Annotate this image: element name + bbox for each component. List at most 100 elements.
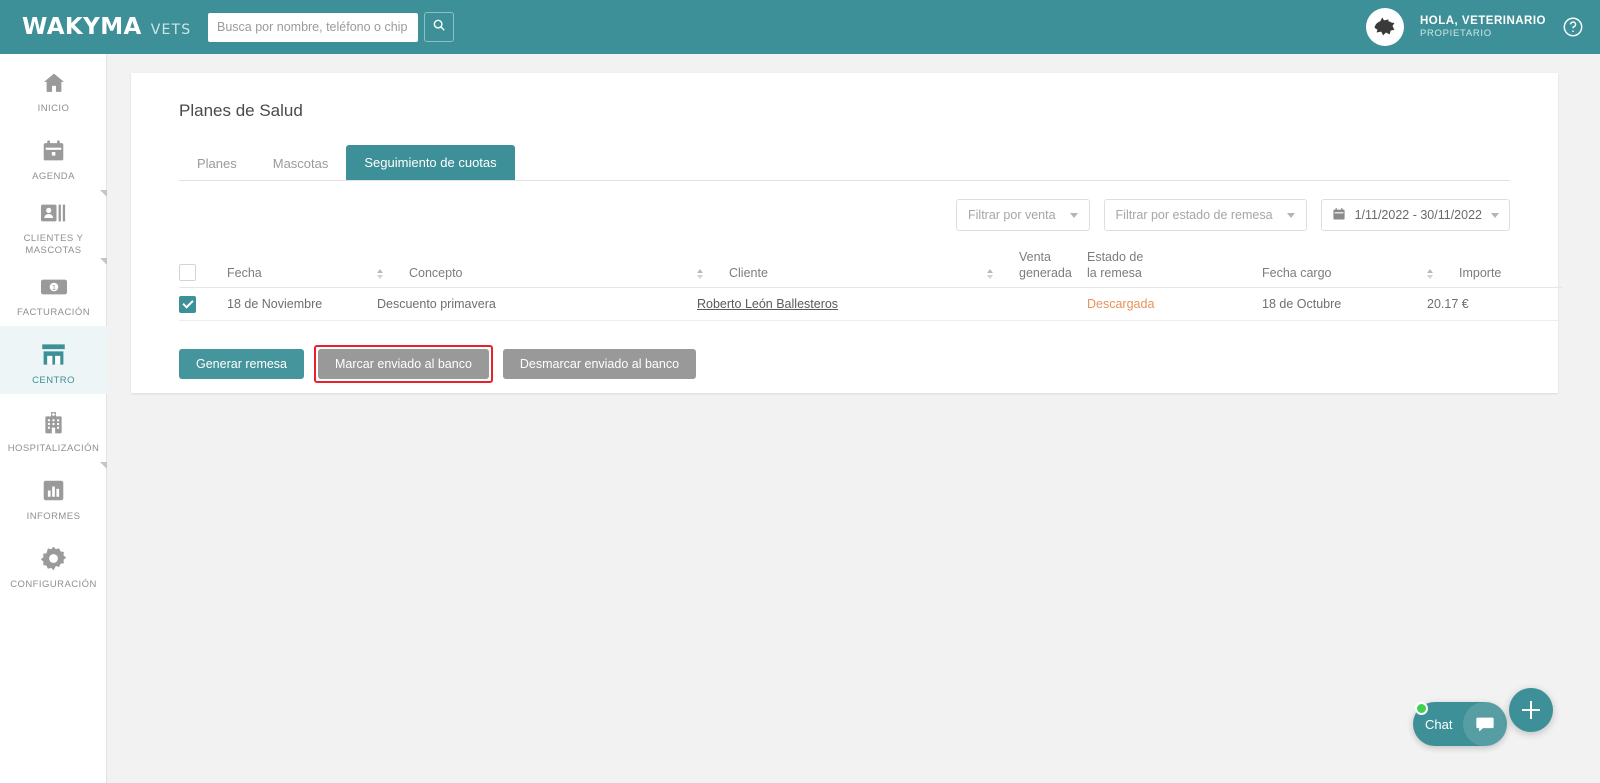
gear-icon [40, 545, 67, 572]
hospital-icon [41, 409, 66, 436]
chat-widget-button[interactable]: Chat [1413, 702, 1507, 746]
svg-text:1: 1 [51, 284, 55, 292]
chat-label: Chat [1425, 716, 1453, 732]
online-status-dot [1415, 702, 1428, 715]
sort-icon[interactable] [987, 269, 993, 279]
select-all-cell [179, 264, 227, 281]
column-label-line2: la remesa [1087, 265, 1142, 280]
table-header-row: Fecha Concepto Cliente Venta generada Es… [179, 246, 1562, 288]
marcar-enviado-al-banco-button[interactable]: Marcar enviado al banco [318, 349, 489, 379]
avatar[interactable] [1365, 8, 1404, 46]
sidebar-marker [100, 190, 107, 197]
filter-bar: Filtrar por venta Filtrar por estado de … [956, 199, 1510, 231]
sidebar-item-hospitalizacion[interactable]: HOSPITALIZACIÓN [0, 394, 107, 462]
column-header-estado-remesa[interactable]: Estado de la remesa [1087, 249, 1262, 282]
sidebar-item-label: CONFIGURACIÓN [10, 579, 97, 591]
column-label: Importe [1459, 265, 1502, 280]
sidebar-item-agenda[interactable]: AGENDA [0, 122, 107, 190]
sidebar-item-configuracion[interactable]: CONFIGURACIÓN [0, 530, 107, 598]
table-row[interactable]: 18 de Noviembre Descuento primavera Robe… [179, 288, 1562, 321]
logo-wakyma-text: WAKYMA [22, 14, 142, 40]
cell-importe: 20.17 € [1427, 297, 1469, 311]
bar-chart-icon [41, 477, 66, 504]
column-header-venta-generada[interactable]: Venta generada [987, 249, 1087, 282]
row-select-cell [179, 295, 227, 313]
sidebar-item-informes[interactable]: INFORMES [0, 462, 107, 530]
search-button[interactable] [424, 12, 454, 42]
user-info[interactable]: HOLA, VETERINARIO PROPIETARIO [1420, 14, 1546, 40]
help-circle-icon[interactable] [1562, 16, 1584, 38]
column-label: Fecha cargo [1262, 265, 1332, 280]
filter-venta-dropdown[interactable]: Filtrar por venta [956, 199, 1090, 231]
calendar-icon [41, 137, 66, 164]
dog-avatar-icon [1370, 10, 1400, 45]
cell-estado-remesa: Descargada [1087, 297, 1155, 311]
sidebar-item-facturacion[interactable]: 1 FACTURACIÓN [0, 258, 107, 326]
tab-mascotas[interactable]: Mascotas [255, 147, 347, 180]
cell-concepto: Descuento primavera [377, 297, 496, 311]
row-checkbox[interactable] [179, 295, 196, 313]
sidebar-item-inicio[interactable]: INICIO [0, 54, 107, 122]
column-header-concepto[interactable]: Concepto [377, 265, 697, 281]
search-icon [432, 18, 446, 37]
top-bar: WAKYMA VETS HOLA, VETERINARIO PROPIETARI… [0, 0, 1600, 54]
content-card: Planes de Salud Planes Mascotas Seguimie… [131, 73, 1562, 393]
column-label: Cliente [729, 265, 768, 280]
home-icon [41, 69, 67, 96]
main-content: Planes de Salud Planes Mascotas Seguimie… [107, 54, 1600, 783]
tab-seguimiento-de-cuotas[interactable]: Seguimiento de cuotas [346, 145, 515, 180]
sidebar: INICIO AGENDA CLIENTES Y MASCOTAS 1 FACT… [0, 54, 107, 783]
add-fab-button[interactable] [1509, 688, 1553, 732]
generar-remesa-button[interactable]: Generar remesa [179, 349, 305, 379]
column-label: Venta generada [1019, 249, 1072, 280]
filter-estado-remesa-dropdown[interactable]: Filtrar por estado de remesa [1103, 199, 1307, 231]
column-header-fecha-cargo[interactable]: Fecha cargo [1262, 265, 1427, 281]
column-label-line1: Estado de [1087, 249, 1144, 264]
sort-icon[interactable] [377, 269, 383, 279]
sidebar-item-label: FACTURACIÓN [16, 307, 91, 319]
select-all-checkbox[interactable] [179, 264, 196, 281]
sidebar-item-label: INICIO [37, 103, 70, 115]
sidebar-item-centro[interactable]: CENTRO [0, 326, 107, 394]
chevron-down-icon [1286, 212, 1295, 218]
chat-bubble-icon [1463, 702, 1507, 746]
column-header-cliente[interactable]: Cliente [697, 265, 987, 281]
desmarcar-enviado-al-banco-button[interactable]: Desmarcar enviado al banco [502, 349, 697, 379]
app-logo[interactable]: WAKYMA VETS [0, 14, 190, 40]
sidebar-item-label: AGENDA [32, 171, 75, 183]
filter-venta-label: Filtrar por venta [968, 208, 1056, 222]
user-role: PROPIETARIO [1419, 28, 1492, 40]
action-bar: Generar remesa Marcar enviado al banco D… [179, 345, 697, 383]
column-header-importe[interactable]: Importe [1427, 265, 1547, 281]
topbar-right: HOLA, VETERINARIO PROPIETARIO [1365, 8, 1600, 46]
page-title: Planes de Salud [179, 101, 303, 120]
column-label: Concepto [409, 265, 463, 280]
sidebar-item-label: HOSPITALIZACIÓN [7, 443, 100, 455]
filter-remesa-label: Filtrar por estado de remesa [1115, 208, 1273, 222]
client-link[interactable]: Roberto León Ballesteros [697, 297, 838, 311]
highlight-box: Marcar enviado al banco [314, 345, 493, 383]
cell-cliente: Roberto León Ballesteros [697, 297, 987, 311]
sidebar-item-label: CLIENTES Y MASCOTAS [23, 233, 84, 256]
date-range-picker[interactable]: 1/11/2022 - 30/11/2022 [1320, 199, 1510, 231]
global-search [208, 12, 454, 42]
store-icon [40, 341, 67, 368]
cell-fecha: 18 de Noviembre [227, 297, 323, 311]
search-input[interactable] [208, 12, 418, 42]
sidebar-marker [100, 258, 107, 265]
sidebar-marker [100, 462, 107, 469]
tab-bar: Planes Mascotas Seguimiento de cuotas [179, 145, 1510, 181]
column-header-fecha[interactable]: Fecha [227, 265, 377, 281]
date-range-value: 1/11/2022 - 30/11/2022 [1354, 208, 1482, 222]
cell-fecha-cargo: 18 de Octubre [1262, 297, 1342, 311]
sort-icon[interactable] [697, 269, 703, 279]
cuotas-table: Fecha Concepto Cliente Venta generada Es… [179, 246, 1562, 321]
sort-icon[interactable] [1427, 269, 1433, 279]
tab-planes[interactable]: Planes [179, 147, 255, 180]
sidebar-item-clientes-mascotas[interactable]: CLIENTES Y MASCOTAS [0, 190, 107, 258]
chevron-down-icon [1069, 212, 1078, 218]
chevron-down-icon [1491, 212, 1499, 218]
logo-vets-text: VETS [150, 22, 192, 38]
banknote-icon: 1 [40, 273, 68, 300]
user-greeting: HOLA, VETERINARIO [1419, 14, 1546, 27]
